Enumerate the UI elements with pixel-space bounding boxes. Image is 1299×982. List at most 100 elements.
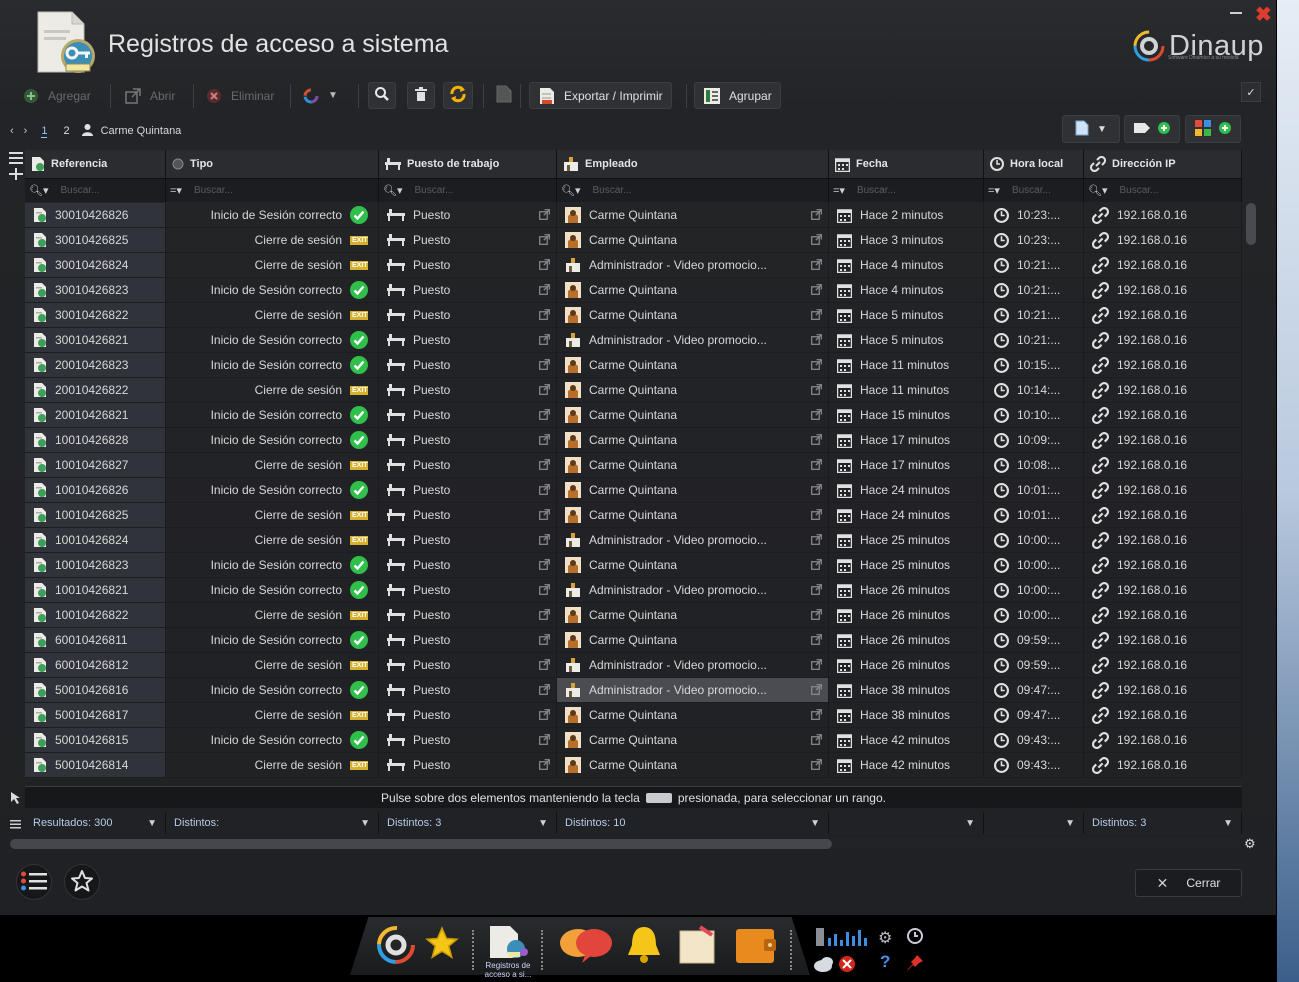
open-external-icon[interactable] <box>811 609 822 623</box>
open-external-icon[interactable] <box>539 559 550 573</box>
cell-empleado[interactable]: Carme Quintana <box>557 203 829 227</box>
cell-fecha[interactable]: Hace 26 minutos <box>829 628 984 652</box>
cell-ip[interactable]: 192.168.0.16 <box>1084 228 1242 252</box>
chat-bubbles-icon[interactable] <box>558 925 614 965</box>
open-external-icon[interactable] <box>539 284 550 298</box>
open-external-icon[interactable] <box>539 534 550 548</box>
footer-puesto-dropdown[interactable]: Distintos: 3 ▼ <box>379 812 557 834</box>
cell-referencia[interactable]: 10010426825 <box>25 503 166 527</box>
cell-referencia[interactable]: 10010426822 <box>25 603 166 627</box>
cell-empleado[interactable]: Administrador - Video promocio... <box>557 653 829 677</box>
cell-puesto[interactable]: Puesto <box>379 478 557 502</box>
cell-ip[interactable]: 192.168.0.16 <box>1084 478 1242 502</box>
filter-empleado[interactable]: 🔍︎▾ Buscar... <box>557 178 829 202</box>
cell-fecha[interactable]: Hace 26 minutos <box>829 653 984 677</box>
table-row[interactable]: 10010426822 Cierre de sesión EXIT Puesto Car… <box>25 603 1242 628</box>
open-external-icon[interactable] <box>811 584 822 598</box>
cell-tipo[interactable]: Cierre de sesión EXIT <box>166 378 379 402</box>
open-external-icon[interactable] <box>539 359 550 373</box>
horizontal-scroll-thumb[interactable] <box>10 839 832 849</box>
cell-hora[interactable]: 10:00:... <box>984 578 1084 602</box>
cell-puesto[interactable]: Puesto <box>379 453 557 477</box>
cell-hora[interactable]: 09:59:... <box>984 653 1084 677</box>
cell-empleado[interactable]: Carme Quintana <box>557 228 829 252</box>
access-log-task-icon[interactable] <box>488 925 528 959</box>
minimize-button[interactable] <box>1230 12 1242 14</box>
filter-fecha[interactable]: =▾ Buscar... <box>829 178 984 202</box>
cell-puesto[interactable]: Puesto <box>379 503 557 527</box>
cloud-offline-icon[interactable] <box>813 954 857 974</box>
cell-ip[interactable]: 192.168.0.16 <box>1084 203 1242 227</box>
cell-empleado[interactable]: Carme Quintana <box>557 628 829 652</box>
open-external-icon[interactable] <box>539 634 550 648</box>
cell-ip[interactable]: 192.168.0.16 <box>1084 628 1242 652</box>
open-external-icon[interactable] <box>811 459 822 473</box>
cell-referencia[interactable]: 50010426817 <box>25 703 166 727</box>
cell-puesto[interactable]: Puesto <box>379 253 557 277</box>
cell-puesto[interactable]: Puesto <box>379 228 557 252</box>
window-close-button[interactable]: ✖ <box>1255 2 1272 27</box>
cell-puesto[interactable]: Puesto <box>379 353 557 377</box>
column-header-ip[interactable]: Dirección IP <box>1084 150 1242 178</box>
cell-puesto[interactable]: Puesto <box>379 628 557 652</box>
open-external-icon[interactable] <box>539 409 550 423</box>
filter-hora[interactable]: =▾ Buscar... <box>984 178 1084 202</box>
table-row[interactable]: 50010426817 Cierre de sesión EXIT Puesto Car… <box>25 703 1242 728</box>
open-external-icon[interactable] <box>539 384 550 398</box>
cell-ip[interactable]: 192.168.0.16 <box>1084 378 1242 402</box>
table-row[interactable]: 50010426814 Cierre de sesión EXIT Puesto Car… <box>25 753 1242 778</box>
open-external-icon[interactable] <box>811 309 822 323</box>
cell-hora[interactable]: 09:59:... <box>984 628 1084 652</box>
cell-puesto[interactable]: Puesto <box>379 678 557 702</box>
search-button[interactable] <box>368 82 396 109</box>
cell-hora[interactable]: 10:21:... <box>984 303 1084 327</box>
cell-tipo[interactable]: Inicio de Sesión correcto <box>166 553 379 577</box>
cell-empleado[interactable]: Carme Quintana <box>557 728 829 752</box>
footer-empleado-dropdown[interactable]: Distintos: 10 ▼ <box>557 812 829 834</box>
cell-empleado[interactable]: Administrador - Video promocio... <box>557 578 829 602</box>
table-row[interactable]: 10010426823 Inicio de Sesión correcto Pues… <box>25 553 1242 578</box>
cell-puesto[interactable]: Puesto <box>379 528 557 552</box>
cell-empleado[interactable]: Carme Quintana <box>557 603 829 627</box>
cell-hora[interactable]: 10:15:... <box>984 353 1084 377</box>
cell-hora[interactable]: 10:00:... <box>984 528 1084 552</box>
cell-tipo[interactable]: Inicio de Sesión correcto <box>166 728 379 752</box>
settings-icon[interactable]: ⚙ <box>878 928 892 948</box>
footer-menu-icon[interactable] <box>10 818 21 832</box>
cell-referencia[interactable]: 30010426826 <box>25 203 166 227</box>
table-row[interactable]: 50010426815 Inicio de Sesión correcto Pues… <box>25 728 1242 753</box>
cell-puesto[interactable]: Puesto <box>379 278 557 302</box>
cell-ip[interactable]: 192.168.0.16 <box>1084 603 1242 627</box>
cell-referencia[interactable]: 20010426821 <box>25 403 166 427</box>
cell-ip[interactable]: 192.168.0.16 <box>1084 253 1242 277</box>
document-button[interactable] <box>496 82 512 109</box>
add-button[interactable]: Agregar <box>22 82 91 109</box>
cell-hora[interactable]: 10:00:... <box>984 553 1084 577</box>
cell-ip[interactable]: 192.168.0.16 <box>1084 553 1242 577</box>
cell-tipo[interactable]: Inicio de Sesión correcto <box>166 278 379 302</box>
cell-fecha[interactable]: Hace 4 minutos <box>829 253 984 277</box>
cell-puesto[interactable]: Puesto <box>379 653 557 677</box>
cell-puesto[interactable]: Puesto <box>379 378 557 402</box>
filter-referencia[interactable]: 🔍︎▾ Buscar... <box>25 178 166 202</box>
cell-ip[interactable]: 192.168.0.16 <box>1084 428 1242 452</box>
cell-puesto[interactable]: Puesto <box>379 428 557 452</box>
table-row[interactable]: 30010426824 Cierre de sesión EXIT Puesto Adm… <box>25 253 1242 278</box>
delete-button[interactable]: Eliminar <box>205 82 274 109</box>
cell-tipo[interactable]: Cierre de sesión EXIT <box>166 228 379 252</box>
footer-ip-dropdown[interactable]: Distintos: 3 ▼ <box>1084 812 1242 834</box>
cell-tipo[interactable]: Inicio de Sesión correcto <box>166 353 379 377</box>
cell-hora[interactable]: 09:47:... <box>984 703 1084 727</box>
cell-fecha[interactable]: Hace 38 minutos <box>829 703 984 727</box>
cell-hora[interactable]: 10:08:... <box>984 453 1084 477</box>
cell-tipo[interactable]: Inicio de Sesión correcto <box>166 478 379 502</box>
cell-hora[interactable]: 10:14:... <box>984 378 1084 402</box>
open-external-icon[interactable] <box>811 509 822 523</box>
table-row[interactable]: 10010426825 Cierre de sesión EXIT Puesto Car… <box>25 503 1242 528</box>
cell-puesto[interactable]: Puesto <box>379 553 557 577</box>
favorite-button[interactable] <box>64 864 100 900</box>
open-external-icon[interactable] <box>811 534 822 548</box>
cell-tipo[interactable]: Cierre de sesión EXIT <box>166 303 379 327</box>
open-external-icon[interactable] <box>811 409 822 423</box>
cell-ip[interactable]: 192.168.0.16 <box>1084 278 1242 302</box>
